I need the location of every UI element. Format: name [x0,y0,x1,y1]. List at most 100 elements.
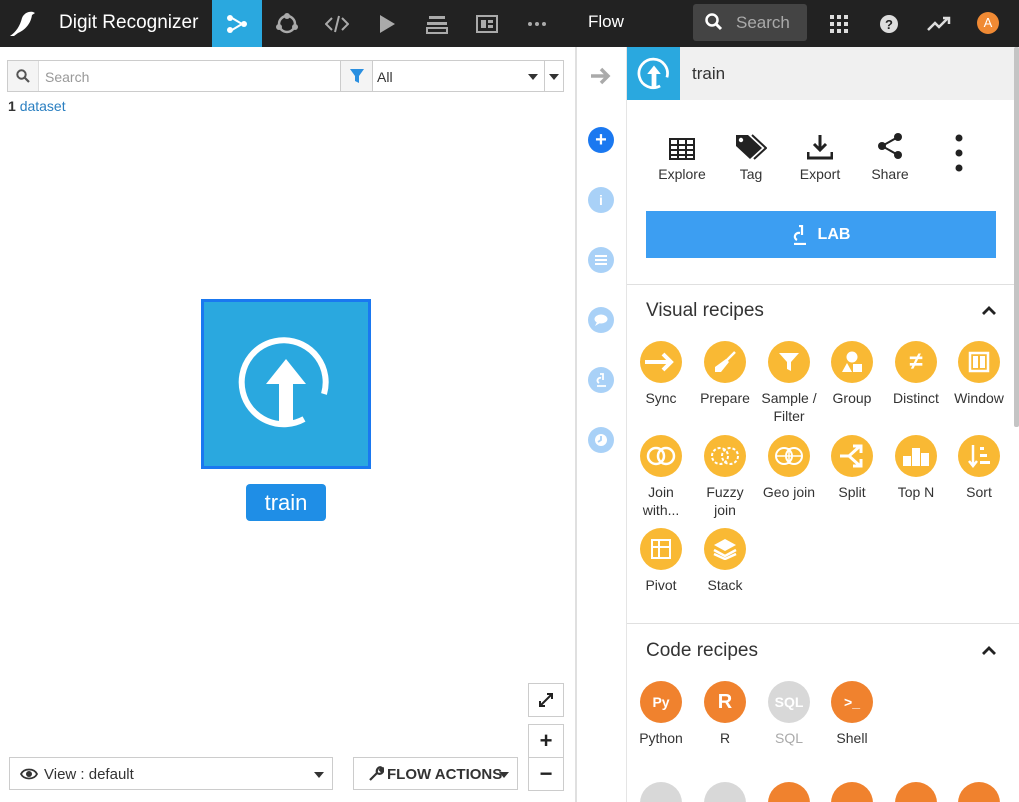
plus-circle-icon[interactable]: + [588,127,614,153]
recipe-window-label: Window [954,390,1004,406]
view-selector[interactable]: View : default [9,757,333,790]
lab-flask-icon[interactable] [588,367,614,393]
lab-button[interactable]: LAB [646,211,996,258]
recipe-pivot[interactable]: Pivot [626,528,696,594]
flow-nav-button[interactable] [212,0,262,47]
chevron-down-icon [314,772,324,778]
recipe-geo-join[interactable]: Geo join [754,435,824,501]
recipe-sample-filter[interactable]: Sample / Filter [754,341,824,425]
list-lines-icon[interactable] [588,247,614,273]
export-button[interactable]: Export [788,130,852,182]
view-selector-label: View : default [44,766,134,783]
arrow-right-icon [645,352,674,372]
filter-extra-caret-icon[interactable] [549,74,559,80]
recipe-pivot-label: Pivot [645,577,677,593]
partial-recipe-icon[interactable] [704,782,746,802]
trending-up-icon [927,16,951,31]
layers-icon [713,539,737,560]
apps-button[interactable] [814,0,864,47]
recipe-prepare[interactable]: Prepare [690,341,760,407]
recipe-sql-label: SQL [774,730,803,746]
recipe-shell[interactable]: >_ Shell [817,681,887,747]
dataset-node-train[interactable] [201,299,371,469]
join-icon [646,446,676,466]
filter-button[interactable] [340,61,373,91]
recipe-python-label: Python [639,730,683,746]
history-clock-icon[interactable] [588,427,614,453]
discussion-icon[interactable] [588,307,614,333]
top-navbar: Digit Recognizer Flow Search ? A [0,0,1019,47]
tag-button[interactable]: Tag [719,130,783,182]
right-panel-icon-column [577,47,627,802]
dataset-node-label[interactable]: train [246,484,326,521]
recipe-join[interactable]: Join with... [626,435,696,519]
zoom-out-button[interactable]: − [528,757,564,791]
recipe-sort[interactable]: Sort [944,435,1014,501]
user-avatar[interactable]: A [977,12,999,34]
help-button[interactable]: ? [864,0,914,47]
recipe-r[interactable]: R R [690,681,760,747]
split-icon [840,444,863,468]
code-nav-button[interactable] [312,0,362,47]
recipe-stack[interactable]: Stack [690,528,760,594]
project-title[interactable]: Digit Recognizer [59,11,198,35]
partial-recipe-icon[interactable] [768,782,810,802]
python-icon: Py [640,681,682,723]
fullscreen-button[interactable] [528,683,564,717]
recipe-fuzzy-join[interactable]: Fuzzy join [690,435,760,519]
partial-recipe-icon[interactable] [831,782,873,802]
recipe-sql[interactable]: SQL SQL [754,681,824,747]
recipe-distinct[interactable]: ≠ Distinct [881,341,951,407]
share-button[interactable]: Share [858,130,922,182]
bird-logo-icon[interactable] [6,8,38,38]
chevron-up-icon[interactable] [982,645,996,655]
sort-icon [968,445,990,468]
flow-search-input[interactable]: Search [45,69,89,85]
chevron-up-icon[interactable] [982,305,996,315]
partial-recipe-icon[interactable] [958,782,1000,802]
recipe-split[interactable]: Split [817,435,887,501]
dataset-count-link[interactable]: dataset [20,98,66,114]
more-nav-button[interactable] [512,0,562,47]
recipe-group[interactable]: Group [817,341,887,407]
filter-caret-icon[interactable] [528,74,538,80]
microscope-icon [596,373,606,387]
recipe-sync[interactable]: Sync [626,341,696,407]
lab-nav-button[interactable] [262,0,312,47]
podium-icon [903,448,929,466]
explore-button[interactable]: Explore [650,130,714,182]
partial-recipe-icon[interactable] [640,782,682,802]
zoom-in-button[interactable]: + [528,724,564,758]
flow-actions-button[interactable]: FLOW ACTIONS [353,757,518,790]
code-recipes-title: Code recipes [646,640,758,661]
filter-select-value[interactable]: All [377,69,393,85]
recipe-window[interactable]: Window [944,341,1014,407]
terminal-icon: >_ [831,681,873,723]
shapes-icon [842,351,862,372]
recipe-python[interactable]: Py Python [626,681,696,747]
pivot-icon [651,539,671,559]
recipe-stack-label: Stack [707,577,743,593]
upload-circle-icon [238,337,329,428]
info-icon[interactable]: i [588,187,614,213]
sql-icon: SQL [768,681,810,723]
dashboard-nav-button[interactable] [462,0,512,47]
play-icon [380,14,395,33]
partial-recipe-icon[interactable] [895,782,937,802]
not-equal-icon: ≠ [895,341,937,383]
jobs-nav-button[interactable] [362,0,412,47]
panel-header: train [627,47,1019,100]
lab-button-label: LAB [817,225,851,243]
recipe-sort-label: Sort [966,484,992,500]
clock-icon [595,434,607,446]
more-horizontal-icon [528,21,546,26]
panel-scrollbar[interactable] [1014,47,1019,427]
recipe-top-n[interactable]: Top N [881,435,951,501]
panel-dataset-name: train [692,64,726,83]
activity-button[interactable] [914,0,964,47]
more-vertical-icon[interactable] [955,134,963,172]
arrow-right-icon[interactable] [590,66,612,86]
global-search-input[interactable]: Search [693,4,807,41]
deploy-nav-button[interactable] [412,0,462,47]
stack-drawer-icon [426,15,448,34]
